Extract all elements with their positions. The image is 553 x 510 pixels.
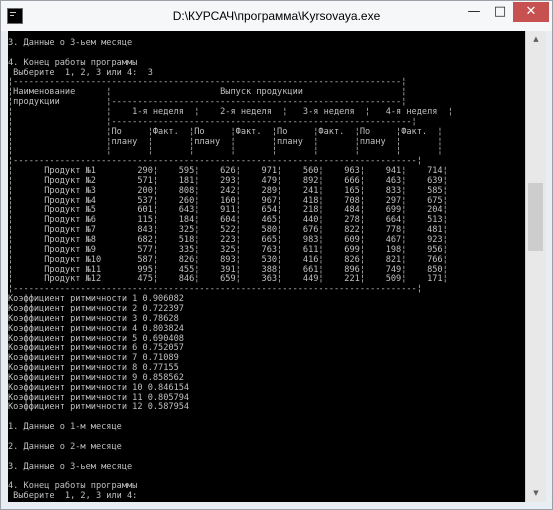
console-line: Коэффициент ритмичности 5 0.690408 [8, 333, 184, 344]
console-line: ¦ Продукт №8 682¦ 518¦ 223¦ 665¦ 983¦ 60… [8, 235, 448, 245]
console-line: Выберите 1, 2, 3 или 4: [8, 491, 138, 502]
console-line: ¦ Продукт №5 601¦ 643¦ 911¦ 654¦ 218¦ 48… [8, 205, 448, 216]
vertical-scrollbar[interactable]: ▲ ▼ [525, 31, 546, 502]
console-line: ¦ Продукт №3 200¦ 808¦ 242¦ 289¦ 241¦ 16… [8, 185, 448, 196]
console-line: 3. Данные о 3-ьем месяце [8, 461, 133, 472]
console-line: 4. Конец работы программы [8, 481, 138, 492]
console-line: Коэффициент ритмичности 11 0.805794 [8, 392, 190, 403]
console-line: ¦---------------------------------------… [8, 156, 422, 167]
console-line: Коэффициент ритмичности 7 0.71089 [8, 353, 179, 364]
console-line: ¦ Продукт №1 290¦ 595¦ 626¦ 971¦ 560¦ 96… [8, 166, 448, 176]
console-line: 3. Данные о 3-ьем месяце [8, 38, 133, 48]
console-line: Коэффициент ритмичности 10 0.846154 [8, 382, 190, 393]
scrollbar-thumb[interactable] [528, 183, 543, 251]
console-line: ¦ Продукт №6 115¦ 184¦ 604¦ 465¦ 440¦ 27… [8, 215, 448, 226]
console-line: Коэффициент ритмичности 3 0.78628 [8, 313, 179, 324]
scroll-down-arrow-icon[interactable]: ▼ [526, 485, 546, 502]
console-line: Коэффициент ритмичности 1 0.906082 [8, 294, 184, 305]
console-line: ¦Наименование ¦ Выпуск продукции ¦ [8, 87, 407, 98]
console-line: Коэффициент ритмичности 4 0.803824 [8, 323, 184, 334]
close-button[interactable]: ✕ [513, 2, 549, 22]
console-line: Коэффициент ритмичности 6 0.752057 [8, 343, 184, 354]
console-line: ¦ Продукт №11 995¦ 455¦ 391¦ 388¦ 661¦ 8… [8, 264, 448, 275]
console-line: ¦---------------------------------------… [8, 284, 422, 295]
console-line: ¦---------------------------------------… [8, 77, 407, 88]
console-line: ¦ Продукт №7 843¦ 325¦ 522¦ 580¦ 676¦ 82… [8, 225, 448, 236]
console-line: ¦ ¦По ¦Факт. ¦По ¦Факт. ¦По ¦Факт. ¦По ¦… [8, 126, 443, 137]
console-line: ¦ Продукт №12 475¦ 846¦ 659¦ 363¦ 449¦ 2… [8, 274, 448, 285]
console-line: ¦ Продукт №2 571¦ 181¦ 293¦ 479¦ 892¦ 66… [8, 175, 448, 186]
console-line: ¦ ¦-------------------------------------… [8, 116, 417, 127]
console-line: Коэффициент ритмичности 8 0.77155 [8, 363, 179, 374]
scroll-up-arrow-icon[interactable]: ▲ [526, 31, 546, 48]
console-line: Коэффициент ритмичности 12 0.587954 [8, 402, 190, 413]
maximize-button[interactable]: □ [487, 2, 513, 22]
minimize-button[interactable]: — [461, 2, 487, 22]
console-line: 2. Данные о 2-м месяце [8, 441, 122, 452]
title-bar[interactable]: D:\КУРСАЧ\программа\Kyrsovaya.exe — □ ✕ [1, 1, 552, 31]
console-line: ¦ Продукт №10 587¦ 826¦ 893¦ 530¦ 416¦ 8… [8, 254, 448, 265]
console-line: ¦ Продукт №9 577¦ 335¦ 325¦ 763¦ 611¦ 69… [8, 244, 448, 255]
console-window: D:\КУРСАЧ\программа\Kyrsovaya.exe — □ ✕ … [0, 0, 553, 510]
console-line: ¦ ¦ ¦ ¦ ¦ ¦ ¦ ¦ ¦ ¦ [8, 146, 443, 157]
console-line: ¦ Продукт №4 537¦ 260¦ 160¦ 967¦ 418¦ 70… [8, 195, 448, 206]
console-line: ¦продукции ¦----------------------------… [8, 97, 407, 108]
console-output[interactable]: 3. Данные о 3-ьем месяце 4. Конец работы … [8, 31, 525, 502]
console-line: ¦ ¦плану ¦ ¦плану ¦ ¦плану ¦ ¦плану ¦ ¦ [8, 136, 443, 147]
console-line: ¦ ¦ 1-я неделя ¦ 2-я неделя ¦ 3-я неделя… [8, 107, 453, 117]
console-line: Коэффициент ритмичности 2 0.722397 [8, 303, 184, 314]
console-line: Коэффициент ритмичности 9 0.858562 [8, 372, 184, 383]
console-line: 4. Конец работы программы [8, 57, 138, 68]
window-bottom-edge [8, 502, 545, 508]
console-line: 1. Данные о 1-м месяце [8, 422, 122, 433]
console-line: Выберите 1, 2, 3 или 4: 3 [8, 67, 153, 78]
